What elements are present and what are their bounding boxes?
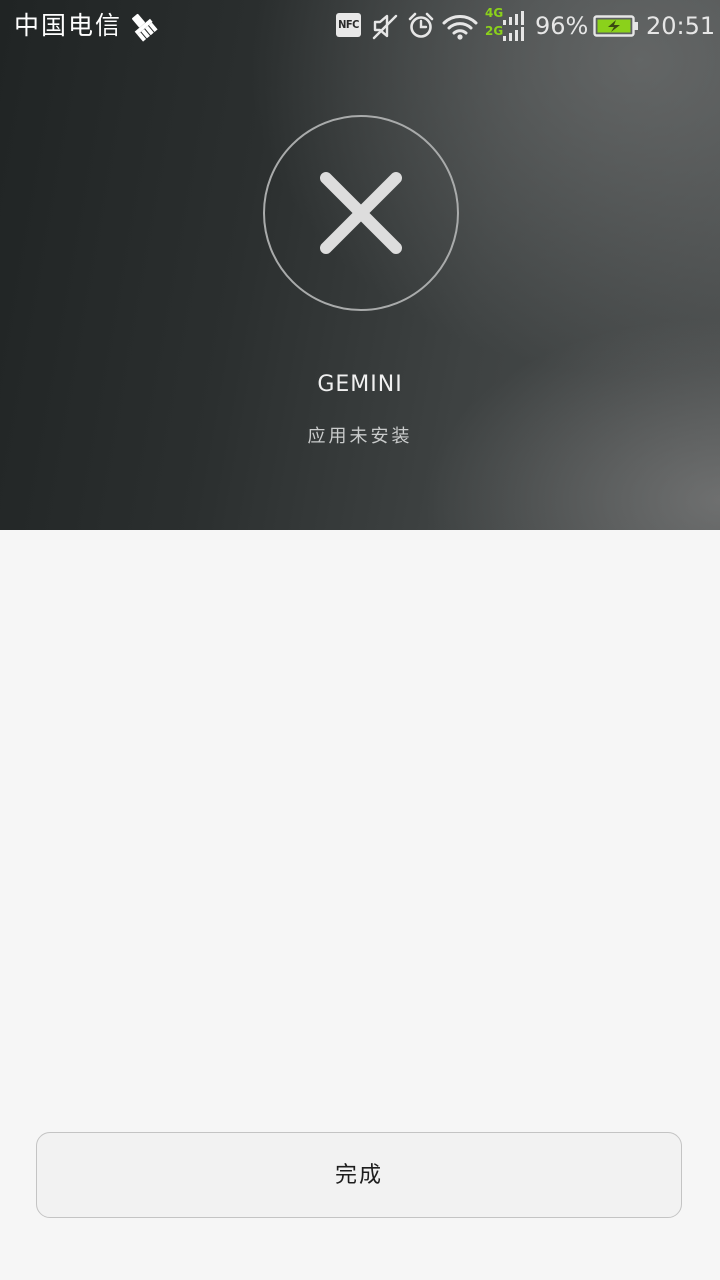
battery-percentage: 96% (535, 12, 589, 40)
mute-icon (370, 10, 400, 42)
network-type-primary: 4G (485, 6, 504, 20)
wifi-icon (441, 10, 479, 42)
close-icon (320, 172, 402, 254)
install-status-circle (263, 115, 459, 311)
broom-icon (128, 10, 158, 42)
clock: 20:51 (646, 12, 716, 40)
battery-icon (593, 10, 639, 42)
status-bar: 中国电信 NFC 4G 2G 96% 20:51 (0, 0, 720, 52)
network-type-secondary: 2G (485, 24, 504, 38)
install-status-message: 应用未安装 (307, 426, 413, 447)
carrier-name: 中国电信 (14, 11, 123, 40)
app-name: GEMINI (317, 372, 403, 397)
nfc-icon: NFC (336, 13, 361, 37)
result-header: 中国电信 NFC 4G 2G 96% 20:51 GEMINI 应用未安装 (0, 0, 720, 530)
signal-icon (502, 10, 526, 42)
alarm-icon (406, 10, 436, 42)
done-button[interactable]: 完成 (36, 1132, 682, 1218)
